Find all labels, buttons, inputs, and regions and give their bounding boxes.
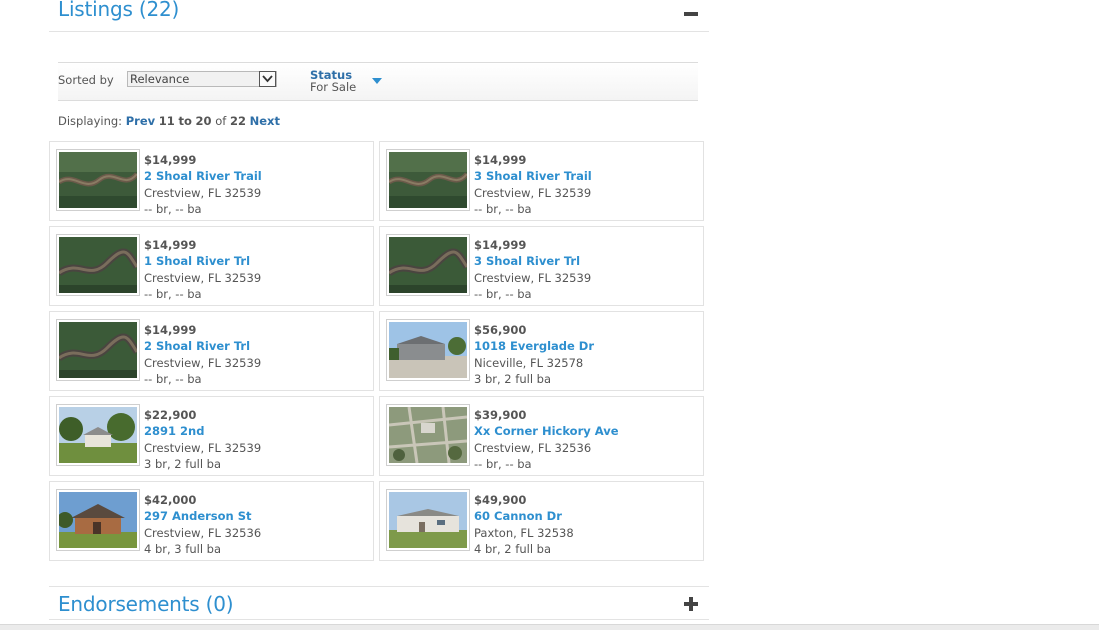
- listing-address-link[interactable]: 2 Shoal River Trl: [144, 338, 261, 354]
- endorsements-title: Endorsements (0): [58, 592, 234, 616]
- listing-beds-baths: -- br, -- ba: [144, 201, 202, 216]
- listing-address-link[interactable]: 60 Cannon Dr: [474, 508, 574, 524]
- listing-price: $14,999: [144, 153, 197, 167]
- sort-selected-value: Relevance: [130, 72, 190, 86]
- listing-card[interactable]: $14,999 3 Shoal River Trl Crestview, FL …: [379, 226, 704, 306]
- listing-photo-image: [59, 492, 137, 548]
- listing-photo-image: [389, 492, 467, 548]
- listing-address-link[interactable]: 2 Shoal River Trail: [144, 168, 262, 184]
- listing-photo[interactable]: [386, 234, 470, 296]
- plus-icon[interactable]: [683, 596, 699, 612]
- listing-photo-image: [59, 322, 137, 378]
- listing-beds-baths: 3 br, 2 full ba: [474, 371, 552, 386]
- listing-beds-baths: 3 br, 2 full ba: [144, 456, 222, 471]
- range-from: 11: [158, 114, 175, 128]
- listing-address-link[interactable]: 1 Shoal River Trl: [144, 253, 261, 269]
- listing-card[interactable]: $42,000 297 Anderson St Crestview, FL 32…: [49, 481, 374, 561]
- chevron-down-icon[interactable]: [259, 71, 276, 87]
- listing-city: Crestview, FL 32539: [144, 270, 262, 285]
- listing-address-link[interactable]: Xx Corner Hickory Ave: [474, 423, 619, 439]
- listing-beds-baths: -- br, -- ba: [474, 456, 532, 471]
- listing-beds-baths: 4 br, 2 full ba: [474, 541, 552, 556]
- listing-address-link[interactable]: 3 Shoal River Trl: [474, 253, 591, 269]
- listing-photo-image: [59, 237, 137, 293]
- listing-price: $14,999: [144, 323, 197, 337]
- listing-price: $22,900: [144, 408, 197, 422]
- listing-photo[interactable]: [386, 149, 470, 211]
- listing-photo[interactable]: [386, 319, 470, 381]
- listing-city: Niceville, FL 32578: [474, 355, 584, 370]
- listing-photo-image: [389, 407, 467, 463]
- range-total: 22: [229, 114, 246, 128]
- listing-city: Crestview, FL 32539: [144, 185, 262, 200]
- listing-city: Crestview, FL 32539: [144, 355, 262, 370]
- sort-select[interactable]: Relevance: [127, 71, 277, 87]
- listing-photo[interactable]: [56, 149, 140, 211]
- listing-card[interactable]: $14,999 1 Shoal River Trl Crestview, FL …: [49, 226, 374, 306]
- listing-price: $42,000: [144, 493, 197, 507]
- listings-title: Listings (22): [58, 0, 180, 21]
- sort-bar: Sorted by Relevance Status For Sale: [58, 62, 698, 101]
- listing-beds-baths: -- br, -- ba: [474, 286, 532, 301]
- listing-price: $14,999: [474, 153, 527, 167]
- listing-photo-image: [59, 152, 137, 208]
- listing-city: Crestview, FL 32536: [144, 525, 262, 540]
- listing-address-link[interactable]: 297 Anderson St: [144, 508, 261, 524]
- listing-photo-image: [389, 237, 467, 293]
- listing-address-link[interactable]: 1018 Everglade Dr: [474, 338, 594, 354]
- caret-down-icon[interactable]: [372, 78, 382, 84]
- listing-photo[interactable]: [56, 234, 140, 296]
- listing-card[interactable]: $56,900 1018 Everglade Dr Niceville, FL …: [379, 311, 704, 391]
- listing-photo[interactable]: [386, 404, 470, 466]
- range-to: 20: [195, 114, 212, 128]
- prev-link[interactable]: Prev: [126, 114, 155, 128]
- listing-photo[interactable]: [56, 404, 140, 466]
- listing-photo[interactable]: [386, 489, 470, 551]
- listing-photo-image: [389, 152, 467, 208]
- listing-price: $56,900: [474, 323, 527, 337]
- listing-beds-baths: -- br, -- ba: [144, 371, 202, 386]
- listing-card[interactable]: $49,900 60 Cannon Dr Paxton, FL 32538 4 …: [379, 481, 704, 561]
- endorsements-section-header: Endorsements (0): [49, 586, 709, 620]
- range-to-word: to: [178, 114, 192, 128]
- status-value: For Sale: [310, 80, 357, 94]
- page-footer-divider: [0, 624, 1099, 630]
- listing-card[interactable]: $39,900 Xx Corner Hickory Ave Crestview,…: [379, 396, 704, 476]
- listing-price: $14,999: [474, 238, 527, 252]
- status-filter[interactable]: Status For Sale: [310, 69, 382, 94]
- range-of-word: of: [215, 114, 227, 128]
- listing-photo-image: [59, 407, 137, 463]
- listing-price: $49,900: [474, 493, 527, 507]
- sort-label: Sorted by: [58, 73, 114, 87]
- pagination-prefix: Displaying:: [58, 114, 123, 128]
- listing-city: Paxton, FL 32538: [474, 525, 574, 540]
- pagination: Displaying: Prev 11 to 20 of 22 Next: [58, 114, 280, 128]
- listing-beds-baths: -- br, -- ba: [144, 286, 202, 301]
- next-link[interactable]: Next: [250, 114, 280, 128]
- listing-address-link[interactable]: 2891 2nd: [144, 423, 261, 439]
- listing-price: $14,999: [144, 238, 197, 252]
- listings-section-header: Listings (22): [49, 0, 709, 32]
- listing-address-link[interactable]: 3 Shoal River Trail: [474, 168, 592, 184]
- listing-card[interactable]: $22,900 2891 2nd Crestview, FL 32539 3 b…: [49, 396, 374, 476]
- listing-photo[interactable]: [56, 489, 140, 551]
- listing-photo[interactable]: [56, 319, 140, 381]
- listing-city: Crestview, FL 32539: [474, 270, 592, 285]
- listing-city: Crestview, FL 32536: [474, 440, 592, 455]
- listing-price: $39,900: [474, 408, 527, 422]
- listing-beds-baths: 4 br, 3 full ba: [144, 541, 222, 556]
- listing-card[interactable]: $14,999 2 Shoal River Trl Crestview, FL …: [49, 311, 374, 391]
- listing-card[interactable]: $14,999 2 Shoal River Trail Crestview, F…: [49, 141, 374, 221]
- listing-city: Crestview, FL 32539: [474, 185, 592, 200]
- listing-card[interactable]: $14,999 3 Shoal River Trail Crestview, F…: [379, 141, 704, 221]
- listing-city: Crestview, FL 32539: [144, 440, 262, 455]
- minus-icon[interactable]: [683, 6, 699, 22]
- listing-photo-image: [389, 322, 467, 378]
- listing-beds-baths: -- br, -- ba: [474, 201, 532, 216]
